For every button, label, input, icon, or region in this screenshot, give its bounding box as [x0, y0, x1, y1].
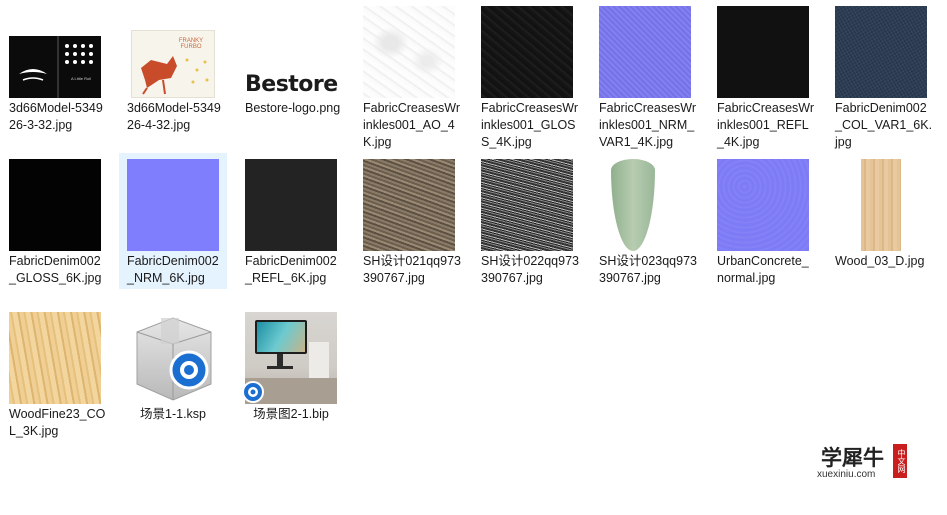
file-item[interactable]: 场景1-1.ksp [119, 306, 227, 456]
texture-thumbnail [245, 159, 337, 251]
file-name: SH设计022qq973390767.jpg [481, 254, 579, 285]
file-name: Wood_03_D.jpg [835, 254, 925, 268]
file-item[interactable]: A Little Roll 3d66Model-534926-3-32.jpg [1, 0, 109, 150]
file-item[interactable]: SH设计023qq973390767.jpg [591, 153, 699, 303]
file-item[interactable]: WoodFine23_COL_3K.jpg [1, 306, 109, 456]
file-item[interactable]: FabricDenim002_REFL_6K.jpg [237, 153, 345, 303]
fox-illustration-icon [141, 56, 209, 95]
file-item[interactable]: Wood_03_D.jpg [827, 153, 935, 303]
keyshot-badge-icon [242, 381, 264, 403]
texture-thumbnail [9, 159, 101, 251]
file-item[interactable]: FabricDenim002_COL_VAR1_6K.jpg [827, 0, 935, 150]
texture-thumbnail [9, 312, 101, 404]
file-name: 场景1-1.ksp [140, 407, 206, 421]
file-item[interactable]: FabricDenim002_GLOSS_6K.jpg [1, 153, 109, 303]
file-item[interactable]: SH设计021qq973390767.jpg [355, 153, 463, 303]
file-name: FabricDenim002_NRM_6K.jpg [127, 254, 219, 285]
bestore-logo-thumbnail: Bestore [245, 6, 338, 98]
texture-thumbnail [481, 159, 573, 251]
book-cover-thumbnail: A Little Roll [9, 36, 101, 98]
texture-thumbnail [481, 6, 573, 98]
file-name: SH设计023qq973390767.jpg [599, 254, 697, 285]
texture-thumbnail [835, 6, 927, 98]
file-item[interactable]: FabricCreasesWrinkles001_AO_4K.jpg [355, 0, 463, 150]
watermark-brand: 学犀牛 [821, 445, 884, 470]
file-name: FabricCreasesWrinkles001_AO_4K.jpg [363, 101, 461, 149]
book-cover-text: A Little Roll [70, 76, 91, 81]
file-name: Bestore-logo.png [245, 101, 341, 115]
file-item[interactable]: FabricCreasesWrinkles001_REFL_4K.jpg [709, 0, 817, 150]
texture-thumbnail [835, 159, 927, 251]
file-item[interactable]: 场景图2-1.bip [237, 306, 345, 456]
file-name: FabricDenim002_REFL_6K.jpg [245, 254, 337, 285]
file-item[interactable]: FabricCreasesWrinkles001_GLOSS_4K.jpg [473, 0, 581, 150]
file-name: FabricCreasesWrinkles001_GLOSS_4K.jpg [481, 101, 579, 149]
package-box-icon [136, 317, 212, 401]
leaf-thumbnail [599, 159, 691, 251]
file-item[interactable]: Bestore Bestore-logo.png [237, 0, 345, 150]
texture-thumbnail [127, 159, 219, 251]
watermark-logo: 学犀牛 中文网 xuexiniu.com [815, 442, 913, 484]
fox-emblem-icon [19, 44, 93, 81]
keyshot-package-icon [127, 312, 219, 404]
file-item[interactable]: FabricCreasesWrinkles001_NRM_VAR1_4K.jpg [591, 0, 699, 150]
file-item[interactable]: SH设计022qq973390767.jpg [473, 153, 581, 303]
file-name: FabricDenim002_GLOSS_6K.jpg [9, 254, 102, 285]
texture-thumbnail [363, 159, 455, 251]
file-name: WoodFine23_COL_3K.jpg [9, 407, 106, 438]
texture-thumbnail [717, 6, 809, 98]
file-item[interactable]: UrbanConcrete_normal.jpg [709, 153, 817, 303]
file-name: UrbanConcrete_normal.jpg [717, 254, 809, 285]
texture-thumbnail [363, 6, 455, 98]
file-item-selected[interactable]: FabricDenim002_NRM_6K.jpg [119, 153, 227, 289]
book-cover-thumbnail: FRANKY FURBO [127, 30, 219, 98]
leaf-icon [611, 159, 655, 251]
watermark-url: xuexiniu.com [817, 469, 876, 480]
file-name: 3d66Model-534926-3-32.jpg [9, 101, 103, 132]
file-name: FabricDenim002_COL_VAR1_6K.jpg [835, 101, 933, 149]
watermark-side: 中文网 [893, 444, 907, 478]
file-name: FabricCreasesWrinkles001_NRM_VAR1_4K.jpg [599, 101, 697, 149]
texture-thumbnail [599, 6, 691, 98]
keyshot-scene-thumbnail [242, 312, 337, 404]
logo-text: Bestore [245, 72, 338, 97]
file-name: 3d66Model-534926-4-32.jpg [127, 101, 221, 132]
file-name: 场景图2-1.bip [253, 407, 329, 421]
file-name: FabricCreasesWrinkles001_REFL_4K.jpg [717, 101, 815, 149]
file-name: SH设计021qq973390767.jpg [363, 254, 461, 285]
texture-thumbnail [717, 159, 809, 251]
file-item[interactable]: FRANKY FURBO 3d66Model-534926-4-32.jpg [119, 0, 227, 150]
